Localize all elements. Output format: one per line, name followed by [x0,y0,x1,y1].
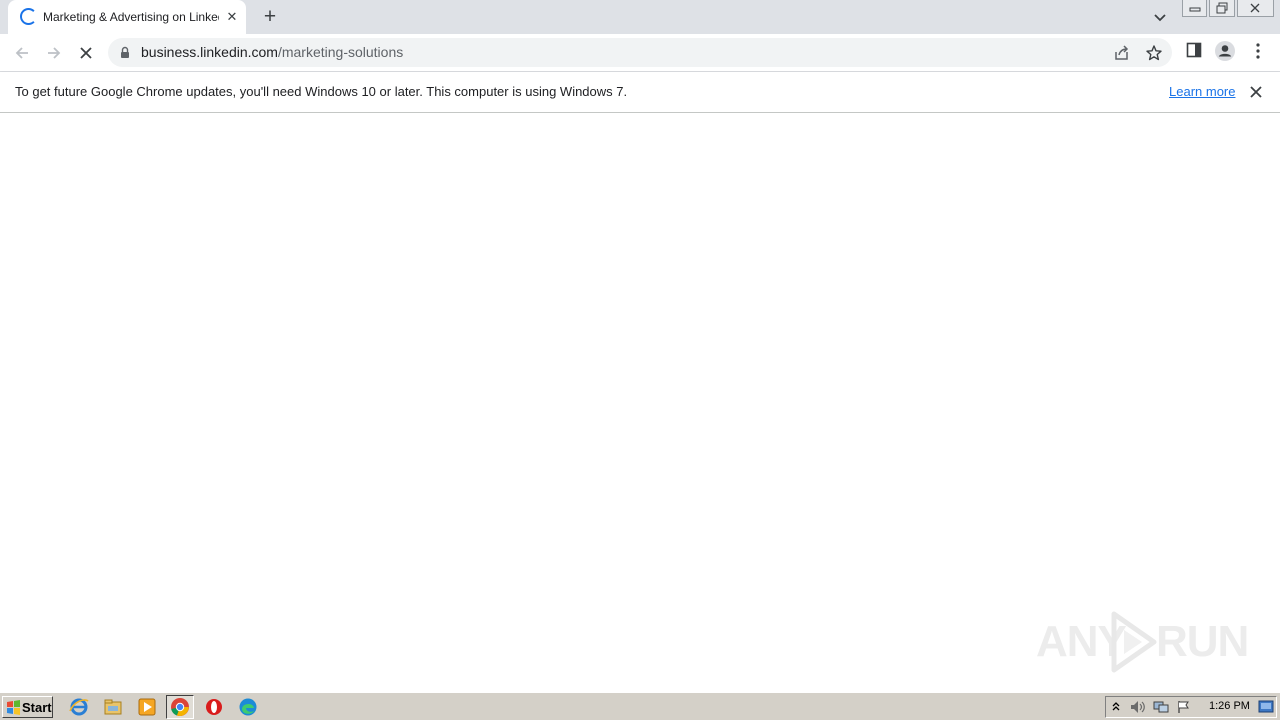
window-controls [1182,0,1274,18]
back-button[interactable] [9,40,35,66]
browser-toolbar: business.linkedin.com/marketing-solution… [0,34,1280,72]
taskbar-clock[interactable]: 1:26 PM [1209,700,1250,712]
side-panel-icon[interactable] [1186,42,1202,58]
minimize-icon [1189,7,1201,12]
arrow-left-icon [15,47,28,59]
show-desktop-icon[interactable] [1258,699,1274,715]
windows-taskbar: Start 1:26 PM [0,692,1280,720]
stop-loading-button[interactable] [73,40,99,66]
file-explorer-icon[interactable] [103,697,123,717]
url-text[interactable]: business.linkedin.com/marketing-solution… [141,44,403,62]
new-tab-button[interactable]: + [258,5,282,29]
window-close-button[interactable] [1236,0,1274,17]
watermark-right-text: RUN [1156,617,1249,666]
url-host: business.linkedin.com [141,44,278,60]
tab-strip: Marketing & Advertising on LinkedIn ✕ + [0,0,1280,34]
show-hidden-icons-icon[interactable] [1111,700,1121,714]
loading-spinner-icon [20,8,37,25]
browser-tab[interactable]: Marketing & Advertising on LinkedIn ✕ [8,0,246,34]
windows-logo-icon [7,700,20,715]
update-infobar: To get future Google Chrome updates, you… [0,72,1280,113]
action-center-flag-icon[interactable] [1177,700,1191,714]
start-button[interactable]: Start [2,696,53,718]
close-icon[interactable] [1248,84,1264,100]
restore-icon [1216,2,1228,14]
bookmark-star-icon[interactable] [1145,44,1163,62]
minimize-button[interactable] [1182,0,1208,17]
edge-icon[interactable] [238,697,258,717]
tab-close-button[interactable]: ✕ [224,9,240,25]
arrow-right-icon [48,47,61,59]
close-icon [1250,3,1260,13]
address-bar[interactable]: business.linkedin.com/marketing-solution… [108,38,1172,67]
internet-explorer-icon[interactable] [69,697,89,717]
tab-search-button[interactable] [1150,7,1170,27]
lock-icon[interactable] [120,46,130,59]
chrome-taskbar-button[interactable] [166,695,194,719]
kebab-menu-icon[interactable] [1252,42,1264,60]
url-path: /marketing-solutions [277,44,404,60]
tab-title: Marketing & Advertising on LinkedIn [43,10,219,24]
system-tray: 1:26 PM [1105,696,1277,718]
play-icon [1111,611,1157,673]
watermark-logo: ANY RUN [1036,606,1249,676]
learn-more-link[interactable]: Learn more [1169,84,1235,99]
share-icon[interactable] [1113,44,1131,62]
forward-button[interactable] [41,40,67,66]
close-icon [80,47,92,59]
start-label: Start [22,700,52,715]
infobar-message: To get future Google Chrome updates, you… [15,84,628,99]
opera-icon[interactable] [204,697,224,717]
profile-avatar-icon[interactable] [1214,40,1236,62]
chevron-down-icon [1154,14,1166,22]
speaker-icon[interactable] [1130,700,1146,714]
media-player-icon[interactable] [137,697,157,717]
chrome-icon [171,698,189,716]
restore-button[interactable] [1209,0,1235,17]
network-icon[interactable] [1153,700,1169,714]
